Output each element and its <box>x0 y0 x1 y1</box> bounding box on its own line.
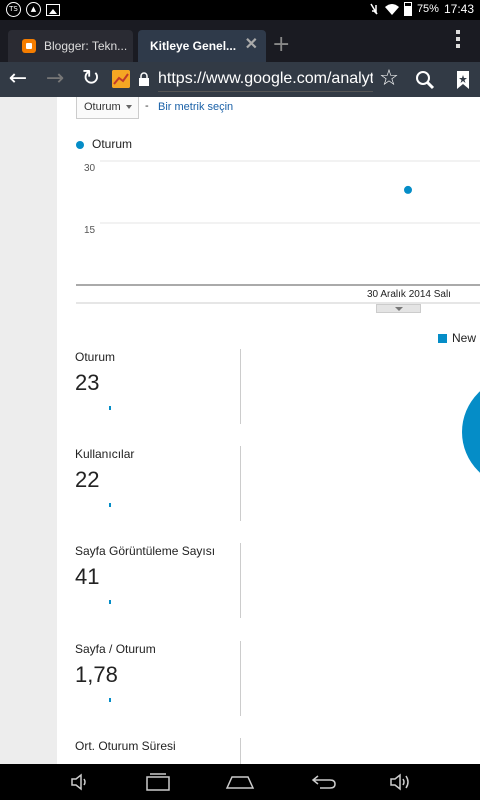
metric-sayfa-goruntuleme[interactable]: Sayfa Görüntüleme Sayısı 41 <box>75 544 245 620</box>
image-icon <box>46 4 60 16</box>
wifi-icon <box>384 4 399 15</box>
mute-icon <box>370 3 378 15</box>
navigation-app-icon: ▲ <box>26 2 41 17</box>
pie-chart <box>462 377 480 487</box>
search-icon[interactable] <box>412 67 438 93</box>
battery-percent: 75% <box>416 3 439 15</box>
tab-analytics-active[interactable]: Kitleye Genel... ✕ <box>138 30 266 62</box>
line-chart <box>76 160 480 304</box>
bookmark-icon[interactable] <box>450 67 476 93</box>
metric-divider <box>240 738 241 764</box>
metric-value: 41 <box>75 564 100 589</box>
metric-ort-oturum-suresi[interactable]: Ort. Oturum Süresi <box>75 739 245 764</box>
sparkline <box>109 503 111 507</box>
sparkline <box>109 600 111 604</box>
back-icon[interactable] <box>310 772 338 792</box>
metric-kullanicilar[interactable]: Kullanıcılar 22 <box>75 447 245 523</box>
sparkline <box>109 698 111 702</box>
pie-legend-marker <box>438 334 447 343</box>
url-field[interactable]: https://www.google.com/analytics <box>158 68 373 92</box>
metric-select-value: Oturum <box>84 101 121 113</box>
metric-value: 1,78 <box>75 662 118 687</box>
metric-divider <box>240 349 241 424</box>
battery-icon <box>403 2 412 16</box>
lock-icon <box>139 72 149 86</box>
tab-title: Blogger: Tekn... <box>44 39 128 53</box>
metric-value: 23 <box>75 370 100 395</box>
browser-tab-strip: Blogger: Tekn... Kitleye Genel... ✕ + <box>0 20 480 62</box>
reload-icon[interactable]: ↻ <box>78 67 104 93</box>
series-legend-marker <box>76 141 84 149</box>
tab-title: Kitleye Genel... <box>150 39 237 53</box>
clock-time: 17:43 <box>443 2 474 16</box>
analytics-icon <box>112 70 130 88</box>
metric-label: Sayfa / Oturum <box>75 642 156 656</box>
metric-divider <box>240 543 241 618</box>
status-bar-notifications: TS ▲ <box>6 2 60 17</box>
volume-down-icon[interactable] <box>68 772 92 792</box>
status-bar-system: 75% 17:43 <box>368 2 474 16</box>
system-nav-bar <box>0 764 480 800</box>
pie-legend-label: New <box>452 331 477 345</box>
browser-toolbar: ← → ↻ https://www.google.com/analytics ☆ <box>0 62 480 97</box>
left-sidebar-gutter <box>0 97 57 764</box>
metric-separator: - <box>145 100 149 112</box>
home-icon[interactable] <box>224 772 256 792</box>
x-axis-date-label: 30 Aralık 2014 Salı <box>367 289 451 300</box>
metric-divider <box>240 446 241 521</box>
metric-select[interactable]: Oturum <box>76 97 139 119</box>
ts-app-icon: TS <box>6 2 21 17</box>
blogger-icon <box>22 39 36 53</box>
metric-label: Ort. Oturum Süresi <box>75 739 176 753</box>
volume-up-icon[interactable] <box>388 772 412 792</box>
recent-apps-icon[interactable] <box>144 772 172 792</box>
metric-value: 22 <box>75 467 100 492</box>
chart-scroll-handle[interactable] <box>376 304 421 313</box>
overflow-menu-icon[interactable] <box>456 30 460 51</box>
metric-divider <box>240 641 241 716</box>
metric-sayfa-oturum[interactable]: Sayfa / Oturum 1,78 <box>75 642 245 718</box>
forward-arrow-icon[interactable]: → <box>42 67 68 93</box>
star-icon[interactable]: ☆ <box>376 67 402 93</box>
back-arrow-icon[interactable]: ← <box>5 67 31 93</box>
metric-label: Kullanıcılar <box>75 447 135 461</box>
new-tab-icon[interactable]: + <box>272 34 290 56</box>
chevron-down-icon <box>126 105 132 109</box>
data-point[interactable] <box>404 185 412 194</box>
metric-oturum[interactable]: Oturum 23 <box>75 350 245 426</box>
page-content: Oturum - Bir metrik seçin Oturum 30 15 3… <box>0 97 480 764</box>
tab-blogger[interactable]: Blogger: Tekn... <box>8 30 133 62</box>
metric-label: Sayfa Görüntüleme Sayısı <box>75 544 216 558</box>
add-metric-link[interactable]: Bir metrik seçin <box>158 101 233 113</box>
metric-label: Oturum <box>75 350 116 364</box>
series-legend-label: Oturum <box>92 137 133 151</box>
status-bar: TS ▲ 75% 17:43 <box>0 0 480 20</box>
sparkline <box>109 406 111 410</box>
close-tab-icon[interactable]: ✕ <box>245 36 258 54</box>
